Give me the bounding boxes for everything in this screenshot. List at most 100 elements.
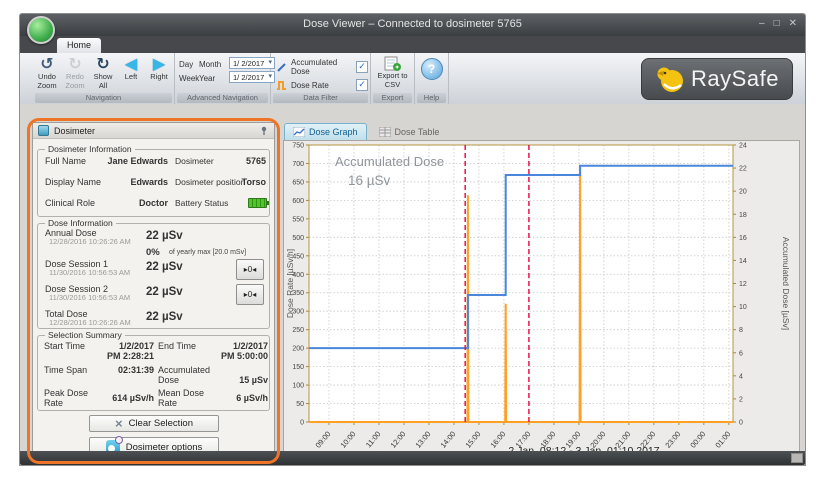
dose-rate-checkbox[interactable]: ✓ [356, 79, 368, 91]
help-button[interactable]: ? [421, 58, 443, 80]
info-row: Display Name Edwards Dosimeter position … [38, 173, 269, 193]
dosimeter-value: 5765 [198, 156, 266, 166]
annual-dose-percent: 0% [146, 247, 160, 258]
reset-dose-session-2-button[interactable]: ▸0◂ [236, 284, 264, 305]
svg-text:500: 500 [292, 235, 304, 242]
battery-icon [248, 198, 267, 208]
tab-dose-table[interactable]: Dose Table [370, 123, 449, 140]
dose-session-1-date: 11/30/2016 10:56:53 AM [49, 268, 130, 277]
display-name-value: Edwards [93, 177, 168, 187]
raysafe-bird-icon [655, 66, 685, 93]
window-title: Dose Viewer – Connected to dosimeter 576… [20, 18, 805, 30]
ribbon-group-navigation: ↺ Undo Zoom ↻ Redo Zoom ↻ Show All ◀ Lef… [33, 53, 175, 104]
start-time-cell: Start Time 1/2/2017 PM 2:28:21 [44, 341, 154, 361]
selection-summary-group: Selection Summary Start Time 1/2/2017 PM… [37, 335, 270, 411]
week-button[interactable]: Week [179, 74, 199, 83]
svg-text:24: 24 [739, 143, 747, 150]
app-icon[interactable] [27, 16, 55, 44]
tab-dose-graph[interactable]: Dose Graph [284, 123, 367, 140]
total-dose-value: 22 µSv [146, 311, 183, 323]
group-caption-advanced-navigation: Advanced Navigation [177, 93, 268, 103]
start-date-picker[interactable]: 1/ 2/2017 [229, 57, 275, 69]
ribbon-group-export: Export to CSV Export [371, 53, 415, 104]
clear-selection-icon: × [115, 417, 123, 430]
graph-tabs: Dose Graph Dose Table [284, 123, 448, 140]
svg-text:13:00: 13:00 [414, 430, 433, 450]
svg-text:200: 200 [292, 346, 304, 353]
full-name-label: Full Name [45, 156, 86, 166]
svg-text:11:00: 11:00 [364, 430, 383, 450]
svg-text:09:00: 09:00 [314, 430, 333, 450]
clear-selection-button[interactable]: × Clear Selection [89, 415, 219, 432]
pin-icon[interactable] [259, 126, 269, 136]
ribbon-group-help: ? Help [415, 53, 449, 104]
annual-dose-date: 12/28/2016 10:26:26 AM [49, 237, 131, 246]
dose-rate-icon [276, 80, 287, 91]
annual-dose-value: 22 µSv [146, 230, 183, 242]
accumulated-dose-checkbox[interactable]: ✓ [356, 61, 368, 73]
year-button[interactable]: Year [199, 74, 225, 83]
svg-text:16: 16 [739, 235, 747, 242]
mean-dose-rate-cell: Mean Dose Rate 6 µSv/h [158, 388, 268, 408]
raysafe-wordmark: RaySafe [691, 66, 779, 92]
maximize-button[interactable]: □ [774, 18, 780, 29]
end-date-picker[interactable]: 1/ 2/2017 [229, 71, 275, 83]
ribbon: ↺ Undo Zoom ↻ Redo Zoom ↻ Show All ◀ Lef… [20, 53, 805, 105]
month-button[interactable]: Month [199, 60, 225, 69]
reset-dose-session-1-button[interactable]: ▸0◂ [236, 259, 264, 280]
group-caption-export: Export [373, 93, 412, 103]
peak-dose-rate-cell: Peak Dose Rate 614 µSv/h [44, 388, 154, 408]
group-caption-navigation: Navigation [35, 93, 172, 103]
dose-session-2-date: 11/30/2016 10:56:53 AM [49, 293, 130, 302]
redo-zoom-icon: ↻ [68, 56, 81, 73]
dosimeter-panel: Dosimeter Dosimeter Information Full Nam… [32, 122, 275, 459]
redo-zoom-button[interactable]: ↻ Redo Zoom [62, 56, 89, 90]
svg-text:14:00: 14:00 [439, 430, 458, 450]
svg-text:Accumulated Dose [µSv]: Accumulated Dose [µSv] [781, 237, 791, 330]
clinical-role-value: Doctor [93, 198, 168, 208]
svg-text:100: 100 [292, 383, 304, 390]
tab-home[interactable]: Home [57, 38, 101, 53]
csv-file-icon [383, 56, 403, 72]
svg-text:20: 20 [739, 189, 747, 196]
svg-text:10: 10 [739, 304, 747, 311]
svg-text:0: 0 [739, 420, 743, 427]
clinical-role-label: Clinical Role [45, 198, 95, 208]
accumulated-dose-cell: Accumulated Dose 15 µSv [158, 365, 268, 385]
accumulated-dose-filter-label: Accumulated Dose [291, 58, 352, 76]
resize-grip[interactable] [791, 453, 803, 463]
dosimeter-position-value: Torso [198, 177, 266, 187]
full-name-value: Jane Edwards [93, 156, 168, 166]
show-all-button[interactable]: ↻ Show All [90, 56, 117, 90]
svg-text:150: 150 [292, 364, 304, 371]
dosimeter-panel-icon [38, 125, 49, 136]
svg-text:01:00: 01:00 [713, 430, 732, 450]
title-bar: Dose Viewer – Connected to dosimeter 576… [20, 14, 805, 36]
minimize-button[interactable]: – [759, 18, 765, 29]
svg-text:16 µSv: 16 µSv [348, 173, 391, 188]
export-csv-button[interactable]: Export to CSV [373, 56, 413, 89]
svg-text:14: 14 [739, 258, 747, 265]
svg-text:Accumulated Dose: Accumulated Dose [335, 154, 444, 169]
info-row: Full Name Jane Edwards Dosimeter 5765 [38, 152, 269, 172]
selection-summary-caption: Selection Summary [45, 330, 125, 340]
pan-left-button[interactable]: ◀ Left [118, 56, 145, 82]
svg-text:6: 6 [739, 350, 743, 357]
time-span-cell: Time Span 02:31:39 [44, 365, 154, 375]
dose-chart[interactable]: 0501001502002503003504004505005506006507… [284, 141, 799, 461]
svg-text:18: 18 [739, 212, 747, 219]
svg-text:16:00: 16:00 [488, 430, 507, 450]
svg-text:650: 650 [292, 179, 304, 186]
status-bar [20, 451, 805, 465]
arrow-right-icon: ▶ [153, 56, 165, 73]
svg-text:550: 550 [292, 216, 304, 223]
undo-zoom-button[interactable]: ↺ Undo Zoom [34, 56, 61, 90]
pan-right-button[interactable]: ▶ Right [146, 56, 173, 82]
ribbon-tab-row: Home [20, 36, 805, 53]
svg-text:4: 4 [739, 373, 743, 380]
end-time-cell: End Time 1/2/2017 PM 5:00:00 [158, 341, 268, 361]
raysafe-logo: RaySafe [641, 58, 793, 100]
close-button[interactable]: ✕ [789, 18, 797, 29]
day-button[interactable]: Day [179, 60, 199, 69]
svg-text:Dose Rate [µSv/h]: Dose Rate [µSv/h] [285, 249, 295, 318]
